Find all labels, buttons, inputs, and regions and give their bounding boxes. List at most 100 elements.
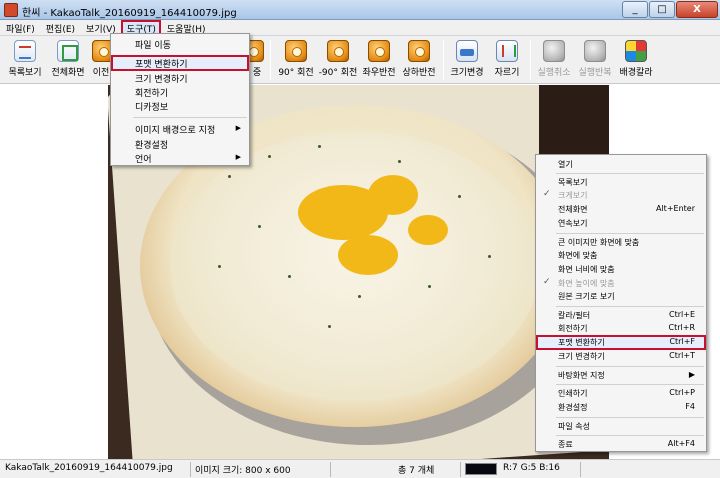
menu-item-move-file[interactable]: 파일 이동 <box>112 37 248 51</box>
status-image-size: 이미지 크기: 800 x 600 <box>195 466 291 476</box>
ctx-item-label: 환경설정 <box>558 403 588 412</box>
menu-item-label: 이미지 배경으로 지정 <box>135 126 216 136</box>
ctx-item-color-filter[interactable]: 칼라/필터 Ctrl+E <box>537 309 705 322</box>
title-bar: 한씨 - KakaoTalk_20160919_164410079.jpg _ … <box>0 0 720 20</box>
zoom-button[interactable]: 중 <box>250 38 264 82</box>
ctx-item-slideshow[interactable]: 연속보기 <box>537 217 705 230</box>
rotate-90-icon <box>285 40 307 62</box>
ctx-item-label: 화면 너비에 맞춤 <box>558 265 615 274</box>
ctx-item-open[interactable]: 열기 <box>537 158 705 171</box>
status-divider <box>580 462 581 477</box>
redo-button[interactable]: 실행반복 <box>576 38 614 82</box>
toolbar-separator <box>530 40 531 80</box>
herb-speck <box>228 175 231 178</box>
menu-item-convert-format[interactable]: 포맷 변환하기 <box>111 55 249 71</box>
ctx-item-original-size[interactable]: 원본 크기로 보기 <box>537 290 705 303</box>
previous-button[interactable]: 이전 <box>92 38 110 82</box>
ctx-item-shortcut: Ctrl+P <box>669 388 695 397</box>
redo-label: 실행반복 <box>578 68 612 78</box>
undo-button[interactable]: 실행취소 <box>535 38 573 82</box>
pixel-color-swatch <box>465 463 497 475</box>
menu-item-resize[interactable]: 크기 변경하기 <box>112 71 248 85</box>
ctx-item-fit-screen[interactable]: 화면에 맞춤 <box>537 249 705 262</box>
ctx-item-label: 연속보기 <box>558 219 588 228</box>
toolbar: 목록보기 전체화면 이전 중 90° 회전 -90° 회전 좌우반전 상하반전 … <box>0 36 720 84</box>
list-view-label: 목록보기 <box>8 68 42 78</box>
menu-item-label: 회전하기 <box>135 89 169 99</box>
menu-separator <box>556 384 704 385</box>
resize-button[interactable]: 크기변경 <box>448 38 486 82</box>
ctx-item-label: 회전하기 <box>558 324 588 333</box>
tools-menu-dropdown: 파일 이동 포맷 변환하기 크기 변경하기 회전하기 디카정보 이미지 배경으로… <box>110 33 250 166</box>
fullscreen-button[interactable]: 전체화면 <box>48 38 88 82</box>
menu-item-exif-info[interactable]: 디카정보 <box>112 99 248 113</box>
background-color-button[interactable]: 배경칼라 <box>617 38 655 82</box>
ctx-item-fullscreen[interactable]: 전체화면 Alt+Enter <box>537 203 705 216</box>
ctx-item-label: 원본 크기로 보기 <box>558 292 615 301</box>
rotate-minus-90-icon <box>327 40 349 62</box>
maximize-button[interactable]: □ <box>649 1 675 18</box>
ctx-item-convert-format[interactable]: 포맷 변환하기 Ctrl+F <box>536 335 706 350</box>
crop-button[interactable]: 자르기 <box>490 38 524 82</box>
context-menu: 열기 목록보기 ✓ 크게보기 전체화면 Alt+Enter 연속보기 큰 이미지만 … <box>535 154 707 452</box>
menu-separator <box>556 233 704 234</box>
submenu-arrow-icon: ▶ <box>688 370 695 379</box>
ctx-item-label: 큰 이미지만 화면에 맞춤 <box>558 238 640 247</box>
ctx-item-fit-large[interactable]: 큰 이미지만 화면에 맞춤 <box>537 236 705 249</box>
flip-vertical-button[interactable]: 상하반전 <box>400 38 438 82</box>
herb-speck <box>218 265 221 268</box>
ctx-item-fit-width[interactable]: 화면 너비에 맞춤 <box>537 263 705 276</box>
ctx-item-print[interactable]: 인쇄하기 Ctrl+P <box>537 387 705 400</box>
list-view-button[interactable]: 목록보기 <box>4 38 46 82</box>
menu-file[interactable]: 파일(F) <box>0 20 40 36</box>
undo-icon <box>543 40 565 62</box>
herb-speck <box>488 255 491 258</box>
ctx-item-rotate[interactable]: 회전하기 Ctrl+R <box>537 322 705 335</box>
herb-speck <box>318 145 321 148</box>
menu-item-rotate[interactable]: 회전하기 <box>112 85 248 99</box>
rotate-90-label: 90° 회전 <box>278 68 314 78</box>
ctx-item-label: 칼라/필터 <box>558 311 591 320</box>
ctx-item-shortcut: F4 <box>685 402 695 411</box>
ctx-item-file-properties[interactable]: 파일 속성 <box>537 420 705 433</box>
app-icon <box>4 3 18 17</box>
ctx-item-fit-height[interactable]: ✓ 화면 높이에 맞춤 <box>537 277 705 290</box>
ctx-item-label: 크기 변경하기 <box>558 352 605 361</box>
menu-bar: 파일(F) 편집(E) 보기(V) 도구(T) 도움말(H) <box>0 20 720 36</box>
herb-speck <box>328 325 331 328</box>
ctx-item-shortcut: Ctrl+E <box>669 310 695 319</box>
ctx-item-shortcut: Ctrl+T <box>669 351 695 360</box>
menu-edit[interactable]: 편집(E) <box>40 20 80 36</box>
previous-icon <box>92 40 110 62</box>
redo-icon <box>584 40 606 62</box>
checkmark-icon: ✓ <box>543 277 551 287</box>
ctx-item-large-view[interactable]: ✓ 크게보기 <box>537 189 705 202</box>
ctx-item-shortcut: Alt+F4 <box>667 439 695 448</box>
close-button[interactable]: X <box>676 1 718 18</box>
egg-yolk <box>408 215 448 245</box>
flip-horizontal-button[interactable]: 좌우반전 <box>360 38 398 82</box>
ctx-item-exit[interactable]: 종료 Alt+F4 <box>537 438 705 451</box>
menu-item-set-as-background[interactable]: 이미지 배경으로 지정 ▶ <box>112 122 248 136</box>
rotate-90-button[interactable]: 90° 회전 <box>276 38 316 82</box>
status-divider <box>190 462 191 477</box>
minimize-button[interactable]: _ <box>622 1 648 18</box>
previous-label: 이전 <box>92 68 110 78</box>
ctx-item-label: 열기 <box>558 160 573 169</box>
menu-item-language[interactable]: 언어 ▶ <box>112 151 248 165</box>
ctx-item-list-view[interactable]: 목록보기 <box>537 176 705 189</box>
status-pixel-color: R:7 G:5 B:16 <box>503 463 560 473</box>
menu-separator <box>556 173 704 174</box>
flip-vertical-label: 상하반전 <box>402 68 436 78</box>
menu-item-label: 언어 <box>135 155 152 165</box>
herb-speck <box>428 285 431 288</box>
submenu-arrow-icon: ▶ <box>235 153 241 161</box>
rotate-minus-90-button[interactable]: -90° 회전 <box>318 38 358 82</box>
herb-speck <box>458 195 461 198</box>
ctx-item-set-wallpaper[interactable]: 바탕화면 지정 ▶ <box>537 369 705 382</box>
ctx-item-label: 종료 <box>558 440 573 449</box>
menu-item-settings[interactable]: 환경설정 <box>112 137 248 151</box>
crop-label: 자르기 <box>494 68 520 78</box>
ctx-item-resize[interactable]: 크기 변경하기 Ctrl+T <box>537 350 705 363</box>
ctx-item-settings[interactable]: 환경설정 F4 <box>537 401 705 414</box>
